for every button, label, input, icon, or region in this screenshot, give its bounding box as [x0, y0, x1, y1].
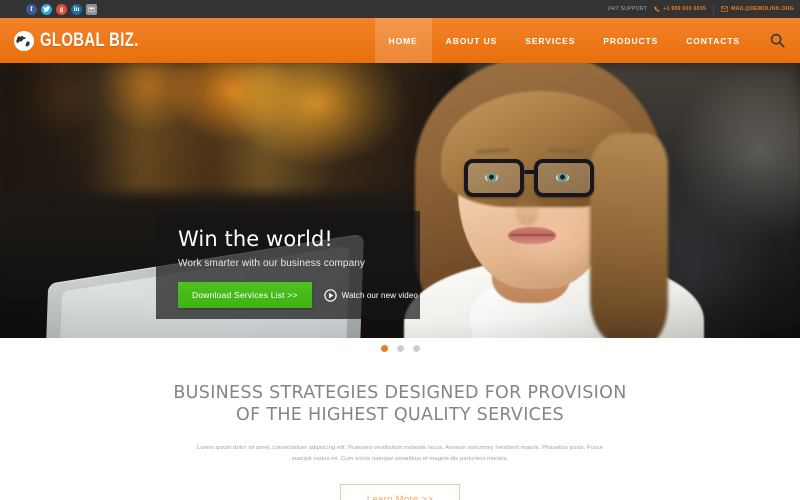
top-bar: f g in 24/7 SUPPORT +1 959 603 6035 MAIL… [0, 0, 800, 18]
learn-more-button[interactable]: Learn More >> [339, 483, 461, 500]
section-paragraph: Lorem ipsum dolor sit amet, consectetuer… [196, 444, 604, 462]
phone-contact[interactable]: +1 959 603 6035 [654, 6, 706, 12]
email-address: MAIL@DEMOLINK.ORG [731, 6, 794, 12]
hero-actions: Download Services List >> Watch our new … [178, 282, 418, 308]
social-links: f g in [26, 3, 97, 15]
logo[interactable]: GLOBAL BIZ. [0, 18, 177, 63]
facebook-icon[interactable]: f [26, 3, 37, 15]
watch-video-link[interactable]: Watch our new video [323, 288, 418, 302]
page-root: f g in 24/7 SUPPORT +1 959 603 6035 MAIL… [0, 0, 800, 500]
site-header: GLOBAL BIZ. HOME ABOUT US SERVICES PRODU… [0, 18, 800, 63]
intro-section: BUSINESS STRATEGIES DESIGNED FOR PROVISI… [0, 338, 800, 500]
section-heading: BUSINESS STRATEGIES DESIGNED FOR PROVISI… [0, 382, 800, 427]
nav-item-contacts[interactable]: CONTACTS [672, 18, 754, 63]
nav-item-services[interactable]: SERVICES [511, 18, 589, 63]
email-contact[interactable]: MAIL@DEMOLINK.ORG [721, 6, 794, 12]
phone-number: +1 959 603 6035 [663, 6, 707, 12]
twitter-icon[interactable] [41, 3, 52, 15]
googleplus-icon[interactable]: g [56, 3, 67, 15]
support-label: 24/7 SUPPORT [607, 6, 648, 12]
play-circle-icon [323, 288, 337, 302]
section-heading-line-1: BUSINESS STRATEGIES DESIGNED FOR PROVISI… [173, 383, 627, 403]
linkedin-icon[interactable]: in [71, 3, 82, 15]
hero-subtitle: Work smarter with our business company [178, 258, 366, 269]
nav-item-home[interactable]: HOME [374, 18, 432, 63]
watch-video-label: Watch our new video [341, 290, 418, 300]
email-icon[interactable] [86, 3, 97, 15]
slider-dot-3[interactable] [412, 345, 420, 352]
hero-title: Win the world! [178, 227, 333, 251]
section-heading-line-2: OF THE HIGHEST QUALITY SERVICES [236, 405, 564, 426]
logo-text: GLOBAL BIZ. [40, 29, 139, 51]
contact-info: 24/7 SUPPORT +1 959 603 6035 MAIL@DEMOLI… [607, 4, 794, 14]
main-navigation: HOME ABOUT US SERVICES PRODUCTS CONTACTS [374, 18, 754, 63]
hero-slider: Win the world! Work smarter with our bus… [0, 63, 800, 338]
slider-dot-2[interactable] [396, 345, 404, 352]
search-icon[interactable] [754, 18, 800, 63]
download-services-button[interactable]: Download Services List >> [178, 282, 312, 308]
nav-item-products[interactable]: PRODUCTS [589, 18, 672, 63]
divider [713, 4, 715, 14]
hero-caption: Win the world! Work smarter with our bus… [156, 211, 420, 319]
envelope-icon [721, 6, 729, 12]
slider-pagination [0, 345, 800, 352]
nav-item-about-us[interactable]: ABOUT US [432, 18, 512, 63]
phone-icon [654, 6, 660, 12]
slider-dot-1[interactable] [380, 345, 388, 352]
globe-icon [14, 30, 34, 51]
